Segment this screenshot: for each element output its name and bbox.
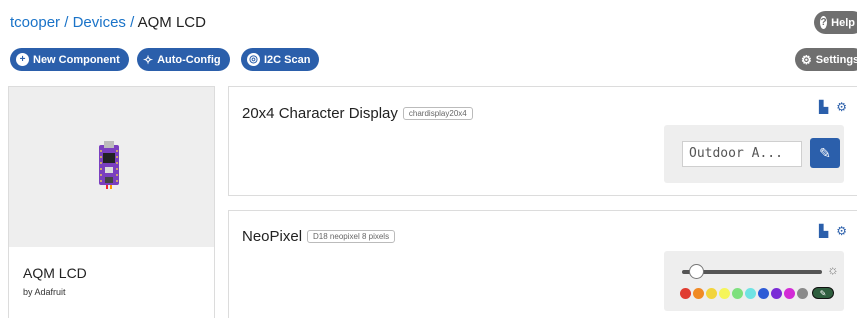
breadcrumb-separator: / xyxy=(64,14,69,31)
settings-label: Settings xyxy=(815,53,857,66)
color-swatch[interactable] xyxy=(758,287,769,299)
settings-button[interactable]: ⚙ Settings xyxy=(795,48,857,71)
breadcrumb-user-link[interactable]: tcooper xyxy=(10,14,60,31)
neopixel-control: ☼ ✎ xyxy=(664,251,844,311)
color-swatch[interactable] xyxy=(680,287,691,299)
card-actions: ▙ ⚙ xyxy=(819,224,857,238)
i2c-scan-label: I2C Scan xyxy=(264,53,311,66)
component-card-neopixel: NeoPixel D18 neopixel 8 pixels ▙ ⚙ ☼ ✎ xyxy=(228,210,857,318)
color-swatches: ✎ xyxy=(680,287,834,299)
color-swatch[interactable] xyxy=(706,287,717,299)
component-title: NeoPixel D18 neopixel 8 pixels xyxy=(242,228,396,245)
card-actions: ▙ ⚙ xyxy=(819,100,857,114)
magic-wand-icon: ✧ xyxy=(143,52,154,67)
display-text-input[interactable]: Outdoor A... xyxy=(682,141,802,167)
breadcrumb: tcooper / Devices / AQM LCD xyxy=(10,14,206,31)
i2c-scan-button[interactable]: ◎ I2C Scan xyxy=(241,48,320,71)
color-swatch[interactable] xyxy=(745,287,756,299)
i2c-icon: ◎ xyxy=(247,53,260,66)
device-manufacturer: by Adafruit xyxy=(23,287,66,297)
color-swatch[interactable] xyxy=(797,287,808,299)
pencil-icon: ✎ xyxy=(819,288,827,298)
color-swatch[interactable] xyxy=(771,287,782,299)
component-tag: chardisplay20x4 xyxy=(402,107,473,120)
color-swatch[interactable] xyxy=(693,287,704,299)
help-label: Help xyxy=(831,16,855,29)
chart-icon[interactable]: ▙ xyxy=(819,100,828,114)
gear-icon[interactable]: ⚙ xyxy=(836,100,847,114)
sun-icon: ☼ xyxy=(827,262,839,277)
question-icon: ? xyxy=(820,16,828,29)
pencil-icon: ✎ xyxy=(819,144,831,161)
chart-icon[interactable]: ▙ xyxy=(819,224,828,238)
auto-config-button[interactable]: ✧ Auto-Config xyxy=(137,48,230,71)
component-name: 20x4 Character Display xyxy=(242,105,398,122)
gear-icon: ⚙ xyxy=(801,52,812,67)
breadcrumb-separator: / xyxy=(130,14,135,31)
breadcrumb-current: AQM LCD xyxy=(137,14,206,31)
component-card-chardisplay: 20x4 Character Display chardisplay20x4 ▙… xyxy=(228,86,857,196)
color-swatch[interactable] xyxy=(784,287,795,299)
edit-button[interactable]: ✎ xyxy=(810,138,840,168)
new-component-label: New Component xyxy=(33,53,120,66)
custom-color-button[interactable]: ✎ xyxy=(812,287,834,299)
brightness-slider[interactable] xyxy=(682,264,822,279)
breadcrumb-devices-link[interactable]: Devices xyxy=(73,14,126,31)
new-component-button[interactable]: + New Component xyxy=(10,48,129,71)
component-tag: D18 neopixel 8 pixels xyxy=(307,230,396,243)
auto-config-label: Auto-Config xyxy=(157,53,221,66)
device-card: AQM LCD by Adafruit xyxy=(8,86,215,318)
component-name: NeoPixel xyxy=(242,228,303,245)
help-button[interactable]: ? Help xyxy=(814,11,857,34)
device-name: AQM LCD xyxy=(23,265,87,281)
component-title: 20x4 Character Display chardisplay20x4 xyxy=(242,105,473,122)
color-swatch[interactable] xyxy=(732,287,743,299)
color-swatch[interactable] xyxy=(719,287,730,299)
gear-icon[interactable]: ⚙ xyxy=(836,224,847,238)
device-image xyxy=(9,87,214,247)
slider-thumb[interactable] xyxy=(689,264,704,279)
display-control: Outdoor A... ✎ xyxy=(664,125,844,183)
board-image xyxy=(99,141,119,189)
plus-circle-icon: + xyxy=(16,53,29,66)
